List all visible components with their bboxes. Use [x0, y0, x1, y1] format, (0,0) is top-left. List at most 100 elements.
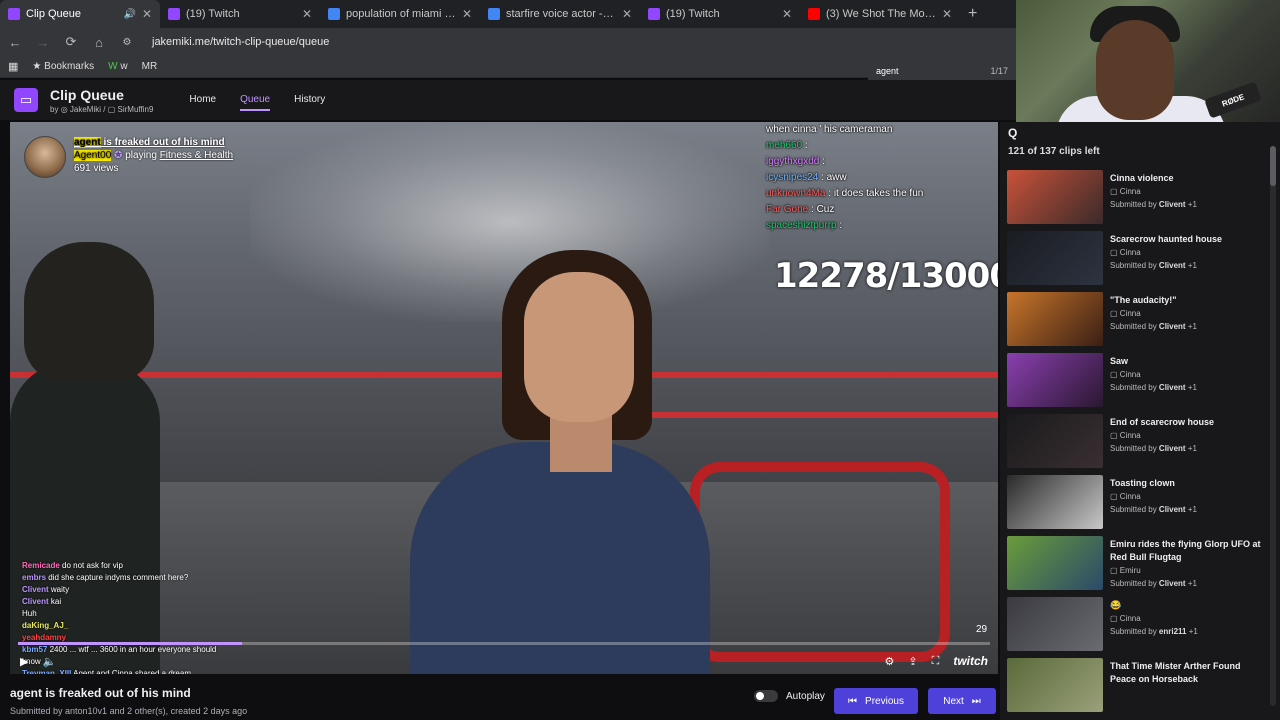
- chat-text: : Cuz: [811, 204, 835, 215]
- apps-grid-icon[interactable]: ▦: [8, 60, 18, 73]
- queue-item[interactable]: "The audacity!" ▢ Cinna Submitted by Clive…: [1007, 292, 1269, 353]
- close-tab-icon[interactable]: ✕: [942, 7, 952, 21]
- reload-icon[interactable]: ⟳: [64, 34, 78, 50]
- chat-message: iggythxgxdd :: [766, 154, 996, 170]
- volume-icon[interactable]: 🔈: [42, 655, 56, 668]
- autoplay-toggle[interactable]: Autoplay: [754, 690, 825, 702]
- queue-scrollbar[interactable]: [1270, 146, 1276, 706]
- chat-text: :: [822, 156, 825, 167]
- clip-queue-logo-icon[interactable]: ▭: [14, 88, 38, 112]
- browser-tab[interactable]: starfire voice actor - Google Se ✕: [480, 0, 640, 28]
- queue-item[interactable]: Cinna violence ▢ Cinna Submitted by Cliven…: [1007, 170, 1269, 231]
- progress-bar[interactable]: [18, 642, 990, 645]
- queue-item-channel: Cinna: [1119, 370, 1141, 379]
- streamer-name[interactable]: Agent00: [74, 150, 112, 161]
- clip-thumbnail[interactable]: [1007, 658, 1103, 712]
- queue-item[interactable]: Emiru rides the flying Glorp UFO at Red …: [1007, 536, 1269, 597]
- next-button[interactable]: Next ⏭: [928, 688, 996, 714]
- scrollbar-thumb[interactable]: [1270, 146, 1276, 186]
- chat-text: did she capture indyms comment here?: [48, 573, 189, 582]
- chat-username: daKing_AJ_: [22, 621, 69, 630]
- close-tab-icon[interactable]: ✕: [782, 7, 792, 21]
- author-jakemiki[interactable]: JakeMiki: [70, 105, 101, 114]
- browser-tab[interactable]: (19) Twitch ✕: [640, 0, 800, 28]
- bookmark-w[interactable]: W w: [108, 61, 127, 72]
- chat-username: Remicade: [22, 561, 60, 570]
- video-player[interactable]: 12278/13000 agent is freaked out of his …: [10, 122, 998, 674]
- back-icon[interactable]: ←: [8, 35, 22, 50]
- share-icon[interactable]: ⇪: [908, 655, 917, 668]
- play-icon[interactable]: ▶: [20, 655, 28, 668]
- queue-count: 121 of 137 clips left: [1008, 146, 1100, 157]
- settings-icon[interactable]: ⚙: [885, 655, 895, 668]
- nav-history[interactable]: History: [294, 90, 325, 111]
- w-icon: W: [108, 61, 118, 72]
- bookmark-bookmarks[interactable]: ★ Bookmarks: [32, 61, 94, 72]
- browser-tab[interactable]: (3) We Shot The Most DANGER ✕: [800, 0, 960, 28]
- channel-icon: ▢: [1110, 566, 1118, 575]
- clip-thumbnail[interactable]: [1007, 231, 1103, 285]
- chat-username: unknown4Ma: [766, 188, 826, 199]
- queue-item-extra: +1: [1187, 505, 1197, 514]
- queue-item[interactable]: Toasting clown ▢ Cinna Submitted by Cliven…: [1007, 475, 1269, 536]
- author-sirmuffin[interactable]: SirMuffin9: [118, 105, 154, 114]
- chat-message: Clivent waity: [22, 584, 232, 596]
- clip-thumbnail[interactable]: [1007, 536, 1103, 590]
- queue-item[interactable]: End of scarecrow house ▢ Cinna Submitted b…: [1007, 414, 1269, 475]
- bookmark-mr[interactable]: MR: [142, 61, 158, 72]
- queue-item-title: End of scarecrow house: [1110, 417, 1215, 427]
- browser-tab[interactable]: population of miami dade coun ✕: [320, 0, 480, 28]
- clip-thumbnail[interactable]: [1007, 353, 1103, 407]
- nav-queue[interactable]: Queue: [240, 90, 271, 111]
- twitch-watermark[interactable]: twitch: [953, 654, 988, 668]
- game-link[interactable]: Fitness & Health: [160, 150, 233, 161]
- nav-home[interactable]: Home: [189, 90, 216, 111]
- queue-item-submitter: enri211: [1158, 627, 1187, 636]
- forward-icon[interactable]: →: [36, 35, 50, 50]
- twitch-icon: ▢: [107, 104, 116, 114]
- chat-text: : it does takes the fun: [828, 188, 924, 199]
- woman-face: [524, 272, 634, 422]
- close-tab-icon[interactable]: ✕: [462, 7, 472, 21]
- previous-button[interactable]: ⏮ Previous: [834, 688, 918, 714]
- find-in-page-bar[interactable]: agent 1/17: [868, 60, 1016, 82]
- site-info-icon[interactable]: ⚙: [120, 37, 134, 48]
- fullscreen-icon[interactable]: ⛶: [932, 655, 940, 668]
- app-name: Clip Queue: [50, 86, 124, 103]
- autoplay-switch[interactable]: [754, 690, 778, 702]
- queue-item-extra: +1: [1187, 383, 1197, 392]
- chat-message: Remicade do not ask for vip: [22, 560, 232, 572]
- browser-tab[interactable]: (19) Twitch ✕: [160, 0, 320, 28]
- queue-item-submitter: Clivent: [1158, 322, 1186, 331]
- queue-item[interactable]: Saw ▢ Cinna Submitted by Clivent +1: [1007, 353, 1269, 414]
- close-tab-icon[interactable]: ✕: [622, 7, 632, 21]
- home-icon[interactable]: ⌂: [92, 35, 106, 50]
- queue-item[interactable]: 😂 ▢ Cinna Submitted by enri211 +1: [1007, 597, 1269, 658]
- queue-sidebar: Q 121 of 137 clips left Cinna violence ▢ …: [1000, 122, 1280, 720]
- find-query[interactable]: agent: [876, 66, 899, 76]
- clip-thumbnail[interactable]: [1007, 597, 1103, 651]
- chat-text: waity: [50, 585, 70, 594]
- channel-icon: ▢: [1110, 614, 1118, 623]
- url-field[interactable]: jakemiki.me/twitch-clip-queue/queue: [152, 36, 329, 48]
- person-left-head: [24, 242, 154, 382]
- browser-tab[interactable]: Clip Queue 🔊 ✕: [0, 0, 160, 28]
- audio-icon[interactable]: 🔊: [123, 9, 135, 20]
- streamer-avatar[interactable]: [24, 136, 66, 178]
- clip-thumbnail[interactable]: [1007, 414, 1103, 468]
- clip-title-link[interactable]: agent is freaked out of his mind: [74, 136, 233, 149]
- channel-icon: ▢: [1110, 309, 1118, 318]
- clip-thumbnail[interactable]: [1007, 292, 1103, 346]
- chat-username: iggythxgxdd: [766, 156, 820, 167]
- close-tab-icon[interactable]: ✕: [302, 7, 312, 21]
- progress-fill: [18, 642, 242, 645]
- clip-thumbnail[interactable]: [1007, 475, 1103, 529]
- clip-thumbnail[interactable]: [1007, 170, 1103, 224]
- queue-item-title: Cinna violence: [1110, 173, 1174, 183]
- queue-item-title: 😂: [1110, 600, 1122, 610]
- queue-item[interactable]: Scarecrow haunted house ▢ Cinna Submitted …: [1007, 231, 1269, 292]
- new-tab-icon[interactable]: +: [968, 5, 977, 23]
- close-tab-icon[interactable]: ✕: [142, 7, 152, 21]
- queue-item-title: That Time Mister Arther Found Peace on H…: [1110, 661, 1241, 684]
- queue-item[interactable]: That Time Mister Arther Found Peace on H…: [1007, 658, 1269, 719]
